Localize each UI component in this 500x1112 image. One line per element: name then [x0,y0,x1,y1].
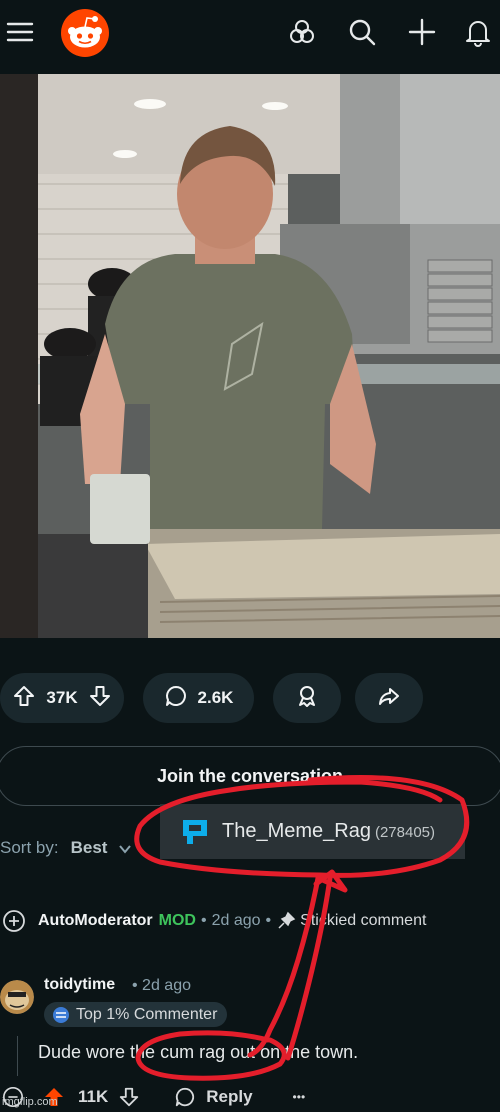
more-options-button[interactable]: ••• [293,1090,306,1104]
comment-username[interactable]: toidytime [44,976,115,994]
mod-badge: MOD [158,912,196,929]
sort-label: Sort by: [0,838,59,857]
reddit-logo[interactable] [60,8,110,58]
reply-icon[interactable] [174,1086,196,1108]
downvote-icon[interactable] [88,684,112,713]
reply-button[interactable]: Reply [206,1087,252,1107]
sort-selector[interactable]: Sort by: Best [0,838,132,858]
automod-time: 2d ago [211,912,261,929]
comment-score: 11K [78,1087,109,1106]
comments-button[interactable]: 2.6K [143,673,254,723]
share-button[interactable] [355,673,423,723]
award-icon [295,684,319,713]
bell-icon[interactable] [458,12,498,52]
upvote-count: 37K [46,688,78,707]
plus-icon[interactable] [402,12,442,52]
chevron-down-icon [119,844,131,854]
automod-comment-collapsed[interactable]: AutoModerator MOD • 2d ago • Stickied co… [2,906,426,936]
comment-count: 2.6K [197,688,234,707]
communities-icon[interactable] [282,12,322,52]
watermark: imgflip.com [2,1096,58,1108]
automod-username[interactable]: AutoModerator [38,912,153,930]
award-button[interactable] [273,673,341,723]
flair-text: Top 1% Commenter [76,1005,218,1023]
expand-icon[interactable] [2,909,26,933]
top-bar [0,0,500,66]
share-icon [377,684,401,713]
menu-icon[interactable] [0,12,40,52]
vote-pill: 37K [0,673,124,723]
tooltip-username: The_Meme_Rag (278405) [222,820,436,842]
join-conversation-input[interactable]: Join the conversation [0,746,500,806]
user-tooltip: The_Meme_Rag (278405) [160,804,465,859]
avatar[interactable] [0,980,34,1014]
comment-time: • 2d ago [132,977,191,994]
flair-icon [53,1006,69,1023]
join-conversation-label: Join the conversation [156,765,344,786]
post-image[interactable] [0,74,500,638]
comment-body: Dude wore the cum rag out on the town. [38,1042,359,1062]
search-icon[interactable] [342,12,382,52]
meme-rag-icon [183,819,207,844]
comment-icon [164,684,188,713]
separator-dot: • [265,912,272,929]
user-flair: Top 1% Commenter [44,1002,228,1027]
pin-icon [278,911,296,929]
comment-actions: 11K Reply ••• [0,1082,500,1112]
upvote-icon[interactable] [12,684,36,713]
thread-line[interactable] [17,1036,18,1076]
sort-value: Best [70,838,108,857]
separator-dot: • [200,912,207,929]
downvote-icon[interactable] [118,1086,140,1108]
stickied-label: Stickied comment [300,912,427,929]
